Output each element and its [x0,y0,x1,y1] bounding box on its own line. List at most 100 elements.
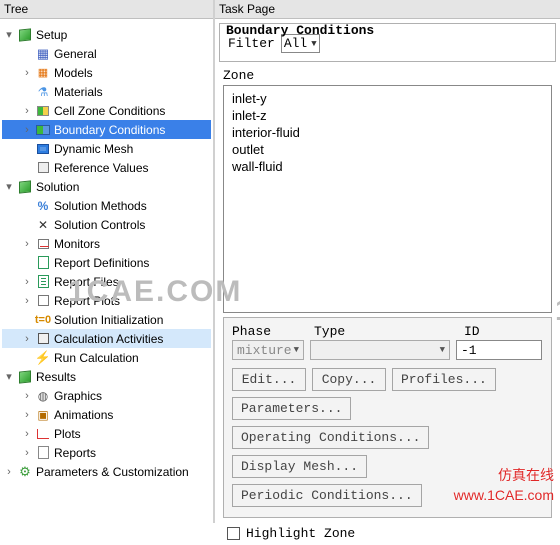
mesh-icon [37,144,49,154]
reference-icon [38,162,49,173]
twisty-icon[interactable]: › [20,409,34,421]
tree-item-boundary-conditions[interactable]: › Boundary Conditions [2,120,211,139]
reports-icon [38,446,49,459]
twisty-icon[interactable]: › [20,295,34,307]
tree-item-results[interactable]: ▾ Results [2,367,211,386]
tree-item-label: Animations [54,408,113,422]
tree-item-label: Solution [36,180,79,194]
tree-item-reports[interactable]: › Reports [2,443,211,462]
twisty-icon[interactable]: › [20,447,34,459]
tree-item-models[interactable]: ›▦Models [2,63,211,82]
tree-item-label: Cell Zone Conditions [54,104,165,118]
twisty-icon[interactable]: ▾ [2,180,16,193]
tree-item-plots[interactable]: › Plots [2,424,211,443]
operating-conditions-button[interactable]: Operating Conditions... [232,426,429,449]
controls-icon: ✕ [38,218,48,232]
tree-item-reference-values[interactable]: •Reference Values [2,158,211,177]
tree-item-solution-methods[interactable]: •%Solution Methods [2,196,211,215]
tree-item-materials[interactable]: •⚗Materials [2,82,211,101]
zone-item[interactable]: outlet [232,141,543,158]
tree-item-label: Plots [54,427,81,441]
twisty-icon[interactable]: › [2,466,16,478]
methods-icon: % [38,199,49,213]
flask-icon: ⚗ [38,85,49,99]
tree-title: Tree [0,0,213,19]
twisty-icon[interactable]: › [20,390,34,402]
zone-item[interactable]: interior-fluid [232,124,543,141]
tree-item-label: Reports [54,446,96,460]
tree-item-label: Solution Methods [54,199,147,213]
phase-value: mixture [237,343,292,358]
tree-item-report-definitions[interactable]: •Report Definitions [2,253,211,272]
zone-item[interactable]: inlet-y [232,90,543,107]
edit-button[interactable]: Edit... [232,368,306,391]
cell-icon [37,106,49,116]
type-combo[interactable]: ▼ [310,340,450,360]
filter-value: All [284,36,307,51]
display-mesh-button[interactable]: Display Mesh... [232,455,367,478]
parameters-button[interactable]: Parameters... [232,397,351,420]
tree-item-general[interactable]: •▦General [2,44,211,63]
zone-label: Zone [223,68,556,83]
page-icon: ▦ [37,46,49,62]
tree-item-label: Run Calculation [54,351,139,365]
zone-listbox[interactable]: inlet-yinlet-zinterior-fluidoutletwall-f… [223,85,552,313]
zone-item[interactable]: inlet-z [232,107,543,124]
twisty-icon[interactable]: › [20,428,34,440]
tree-item-run-calculation[interactable]: •⚡Run Calculation [2,348,211,367]
tree-item-label: Reference Values [54,161,149,175]
twisty-icon[interactable]: ▾ [2,28,16,41]
twisty-icon[interactable]: ▾ [2,370,16,383]
zone-item[interactable]: wall-fluid [232,158,543,175]
tree-item-cell-zone-conditions[interactable]: › Cell Zone Conditions [2,101,211,120]
tree-item-setup[interactable]: ▾ Setup [2,25,211,44]
tree-item-parameters-customization[interactable]: ›⚙ Parameters & Customization [2,462,211,481]
boundary-conditions-group: Boundary Conditions Filter All ▼ [219,23,556,62]
chevron-down-icon: ▼ [311,39,316,49]
tree-body[interactable]: ▾Setup•▦General›▦Models•⚗Materials›Cell … [0,19,213,523]
tree-item-label: Materials [54,85,103,99]
copy-button[interactable]: Copy... [312,368,386,391]
profiles-button[interactable]: Profiles... [392,368,496,391]
tree-item-solution[interactable]: ▾ Solution [2,177,211,196]
tree-item-report-files[interactable]: ›Report Files [2,272,211,291]
tree-item-label: Boundary Conditions [54,123,165,137]
init-icon: t=0 [35,314,51,326]
twisty-icon[interactable]: › [20,276,34,288]
tree-item-monitors[interactable]: ›Monitors [2,234,211,253]
periodic-conditions-button[interactable]: Periodic Conditions... [232,484,422,507]
params-icon: ⚙ [19,464,31,480]
tree-item-label: Report Definitions [54,256,149,270]
tree-item-label: Setup [36,28,67,42]
task-title: Task Page [215,0,560,19]
id-input[interactable] [456,340,542,360]
twisty-icon[interactable]: › [20,238,34,250]
tree-item-label: Dynamic Mesh [54,142,133,156]
tree-item-solution-initialization[interactable]: •t=0Solution Initialization [2,310,211,329]
graphics-icon: ◍ [38,389,48,403]
tree-item-label: Solution Initialization [54,313,163,327]
phase-combo[interactable]: mixture ▼ [232,340,304,360]
twisty-icon[interactable]: › [20,67,34,79]
tree-item-solution-controls[interactable]: •✕Solution Controls [2,215,211,234]
animation-icon: ▣ [37,408,48,422]
tree-item-graphics[interactable]: ›◍Graphics [2,386,211,405]
tree-panel: Tree ▾Setup•▦General›▦Models•⚗Materials›… [0,0,215,523]
tree-item-label: Results [36,370,76,384]
highlight-zone-checkbox[interactable] [227,527,240,540]
report-file-icon [38,275,49,288]
twisty-icon[interactable]: › [20,105,34,117]
tree-item-label: Parameters & Customization [36,465,189,479]
twisty-icon[interactable]: › [20,124,34,136]
chevron-down-icon: ▼ [294,345,299,355]
run-icon: ⚡ [35,350,51,366]
tree-item-report-plots[interactable]: ›Report Plots [2,291,211,310]
filter-label: Filter [228,36,275,51]
tree-item-calculation-activities[interactable]: ›Calculation Activities [2,329,211,348]
tree-item-animations[interactable]: ›▣ Animations [2,405,211,424]
twisty-icon[interactable]: › [20,333,34,345]
cube-icon [19,28,31,41]
tree-item-label: Solution Controls [54,218,145,232]
type-label: Type [314,324,454,339]
tree-item-dynamic-mesh[interactable]: •Dynamic Mesh [2,139,211,158]
